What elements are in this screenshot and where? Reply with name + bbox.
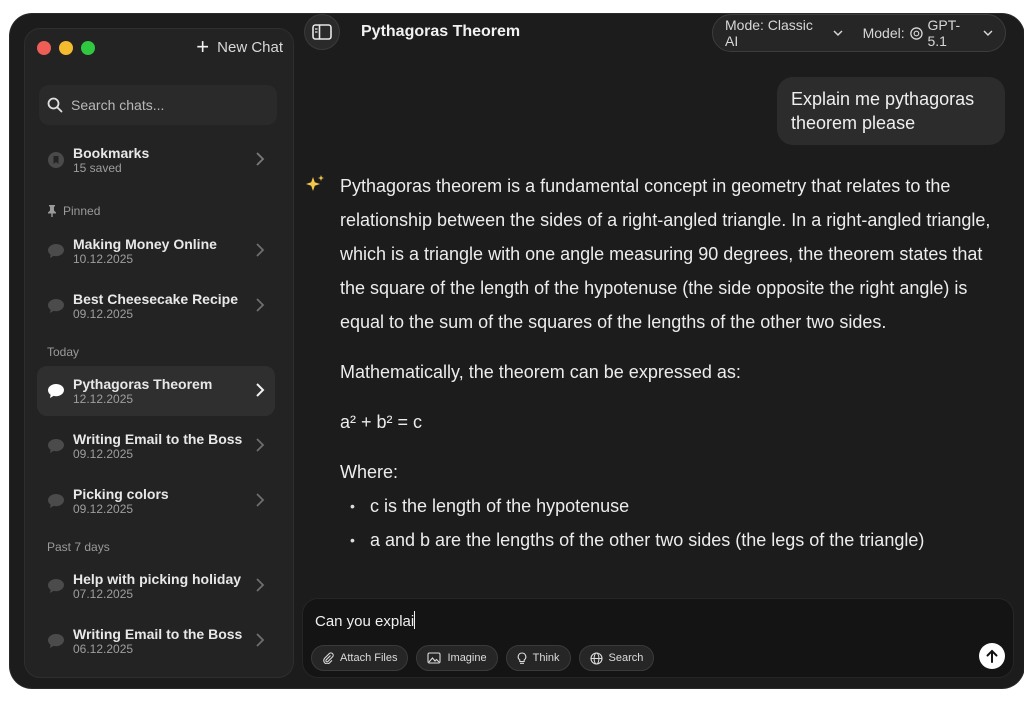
new-chat-label: New Chat	[217, 38, 283, 56]
search-input[interactable]	[71, 97, 271, 113]
chat-item-active[interactable]: Pythagoras Theorem 12.12.2025	[37, 366, 275, 416]
chat-item-date: 09.12.2025	[73, 501, 134, 516]
search-web-label: Search	[608, 652, 644, 664]
where-label: Where:	[340, 462, 399, 482]
chevron-right-icon	[256, 152, 265, 166]
chat-item-title: Writing Email to the Boss	[73, 430, 243, 447]
image-icon	[427, 652, 442, 664]
maximize-window-button[interactable]	[81, 41, 95, 55]
close-window-button[interactable]	[37, 41, 51, 55]
section-pinned: Pinned	[47, 204, 100, 218]
globe-icon	[589, 651, 603, 665]
bookmarks-title: Bookmarks	[73, 144, 150, 161]
window-controls	[37, 41, 95, 55]
section-today: Today	[47, 345, 79, 359]
message-input[interactable]: Can you explai	[315, 611, 416, 630]
bookmarks-count: 15 saved	[73, 160, 122, 175]
chat-item-date: 09.12.2025	[73, 446, 134, 461]
arrow-up-icon	[986, 649, 998, 663]
chevron-right-icon	[256, 298, 265, 312]
user-message: Explain me pythagoras theorem please	[777, 77, 1005, 145]
chat-bubble-icon	[47, 577, 65, 595]
chat-bubble-icon	[47, 492, 65, 510]
list-item: c is the length of the hypotenuse	[340, 489, 1006, 523]
chat-item[interactable]: Making Money Online 10.12.2025	[37, 226, 275, 276]
message-composer[interactable]: Can you explai Attach Files Imagine Thin…	[302, 598, 1014, 678]
plus-icon: +	[196, 34, 210, 59]
page-title: Pythagoras Theorem	[361, 23, 521, 40]
bookmark-icon	[47, 151, 65, 169]
mode-label: Mode: Classic AI	[725, 17, 813, 49]
sidebar: + New Chat Bookmarks 15 saved Pinned Mak…	[24, 28, 294, 678]
chat-item[interactable]: Writing Email to the Boss 09.12.2025	[37, 421, 275, 471]
lightbulb-icon	[517, 651, 526, 664]
think-label: Think	[532, 652, 560, 664]
chevron-right-icon	[256, 438, 265, 452]
chevron-right-icon	[256, 578, 265, 592]
sparkle-icon	[306, 175, 324, 191]
imagine-label: Imagine	[447, 652, 487, 664]
chevron-down-icon	[983, 30, 993, 37]
chat-bubble-icon	[47, 632, 65, 650]
chevron-right-icon	[256, 243, 265, 257]
search-icon	[47, 97, 63, 113]
model-name: GPT-5.1	[927, 17, 961, 49]
imagine-button[interactable]: Imagine	[416, 645, 498, 671]
assistant-message: Pythagoras theorem is a fundamental conc…	[340, 169, 1006, 557]
chat-bubble-icon	[47, 437, 65, 455]
chat-item-date: 10.12.2025	[73, 251, 134, 266]
app-window: + New Chat Bookmarks 15 saved Pinned Mak…	[10, 14, 1024, 688]
search-box[interactable]	[39, 85, 277, 125]
chat-item-title: Help with picking holiday	[73, 570, 242, 587]
section-today-label: Today	[47, 345, 80, 359]
chevron-right-icon	[256, 493, 265, 507]
chat-item-date: 09.12.2025	[73, 306, 134, 321]
send-button[interactable]	[979, 643, 1005, 669]
section-past-7-days: Past 7 days	[47, 540, 110, 554]
toggle-sidebar-button[interactable]	[304, 14, 340, 50]
section-past-label: Past 7 days	[47, 540, 110, 554]
paperclip-icon	[323, 652, 334, 664]
sidebar-icon	[312, 24, 332, 40]
chat-bubble-icon	[47, 297, 65, 315]
chat-item-title: Best Cheesecake Recipe	[73, 290, 238, 307]
chat-item-title: Pythagoras Theorem	[73, 375, 213, 392]
chat-item[interactable]: Picking colors 09.12.2025	[37, 476, 275, 526]
chat-item-title: Writing Email to the Boss	[73, 625, 243, 642]
model-dropdown[interactable]: Model: GPT-5.1	[863, 17, 993, 49]
chat-item-date: 06.12.2025	[73, 641, 134, 656]
answer-paragraph: Mathematically, the theorem can be expre…	[340, 362, 741, 382]
bullet-list: c is the length of the hypotenuse a and …	[340, 489, 1006, 557]
answer-paragraph: Pythagoras theorem is a fundamental conc…	[340, 176, 991, 332]
chat-item[interactable]: Writing Email to the Boss 06.12.2025	[37, 616, 275, 666]
mode-dropdown[interactable]: Mode: Classic AI	[725, 17, 843, 49]
formula: a² + b² = c	[340, 412, 423, 432]
chat-item-date: 12.12.2025	[73, 391, 134, 406]
model-label: Model:	[862, 25, 905, 41]
attach-files-label: Attach Files	[340, 652, 398, 664]
chat-item-title: Picking colors	[73, 485, 169, 502]
attach-files-button[interactable]: Attach Files	[311, 645, 409, 671]
search-web-button[interactable]: Search	[578, 645, 655, 671]
chevron-right-icon	[256, 633, 265, 647]
chat-item-date: 07.12.2025	[73, 586, 134, 601]
bookmarks-item[interactable]: Bookmarks 15 saved	[37, 135, 275, 185]
chevron-right-icon	[256, 383, 265, 397]
list-item: a and b are the lengths of the other two…	[340, 523, 1006, 557]
section-pinned-label: Pinned	[63, 204, 101, 218]
new-chat-button[interactable]: + New Chat	[196, 34, 283, 59]
minimize-window-button[interactable]	[59, 41, 73, 55]
message-input-value: Can you explai	[315, 613, 415, 630]
openai-logo-icon	[909, 26, 923, 40]
think-button[interactable]: Think	[505, 645, 571, 671]
chat-item[interactable]: Help with picking holiday 07.12.2025	[37, 561, 275, 611]
chat-item-title: Making Money Online	[73, 235, 217, 252]
chevron-down-icon	[833, 30, 843, 37]
mode-model-selector: Mode: Classic AI Model: GPT-5.1	[712, 14, 1006, 52]
chat-bubble-icon	[47, 382, 65, 400]
pin-icon	[48, 205, 56, 217]
chat-item[interactable]: Best Cheesecake Recipe 09.12.2025	[37, 281, 275, 331]
chat-bubble-icon	[47, 242, 65, 260]
text-caret	[414, 611, 416, 629]
